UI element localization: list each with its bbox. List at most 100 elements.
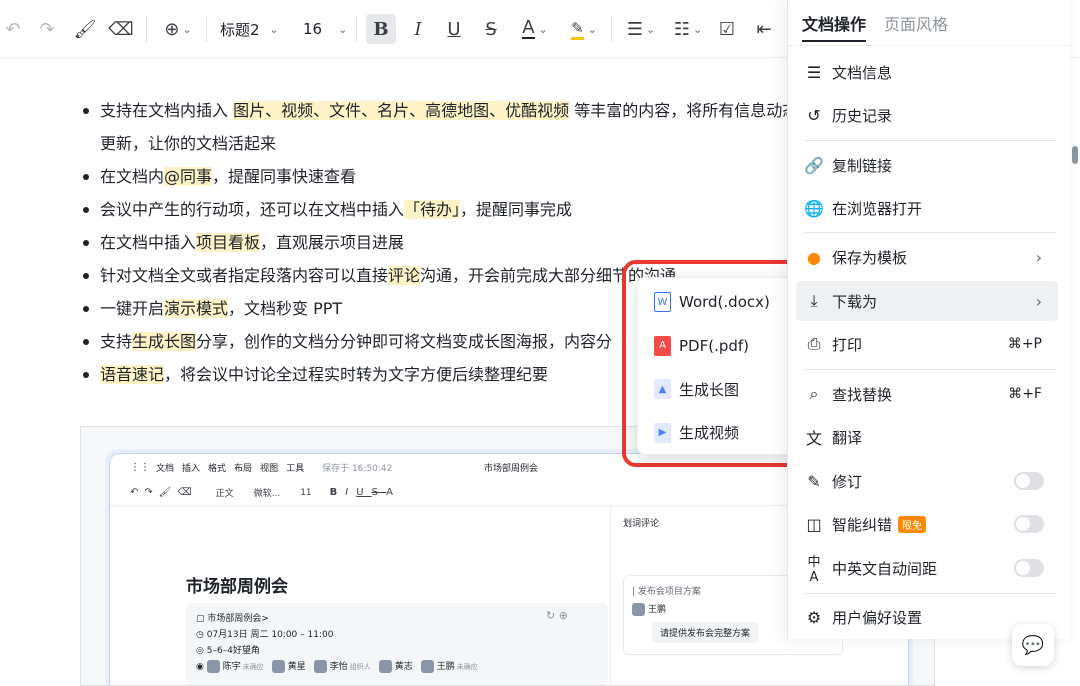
highlighted-text: 语音速记 xyxy=(100,365,165,384)
saved-status: 保存于 16:50:42 xyxy=(322,463,393,474)
embedded-menu-item: 格式 xyxy=(208,463,227,474)
auto-spacing-toggle[interactable] xyxy=(1014,559,1044,577)
ordered-list-button[interactable]: ☷ ⌄ xyxy=(667,14,709,44)
attendee: 陈宇 未确应 xyxy=(206,660,264,673)
font-color-button[interactable]: A ⌄ xyxy=(514,14,556,44)
format-painter-icon[interactable]: 🖌 xyxy=(72,14,98,44)
toolbar-divider xyxy=(146,16,147,42)
font-size-value: 16 xyxy=(303,20,323,38)
menu-item-translate[interactable]: 文 翻译 xyxy=(796,417,1058,457)
embedded-font-select: 微软... xyxy=(253,489,281,499)
embedded-format-icons: BIUSA xyxy=(329,487,401,498)
bullet-text: ，直观展示项目进展 xyxy=(260,233,405,252)
insert-button[interactable]: ⊕ ⌄ xyxy=(158,14,198,44)
attendee: 黄星 xyxy=(271,660,306,673)
strikethrough-button[interactable]: S xyxy=(479,14,503,44)
smart-correction-toggle[interactable] xyxy=(1014,515,1044,533)
tab-document-actions[interactable]: 文档操作 xyxy=(802,11,867,42)
embedded-menu-item: 布局 xyxy=(234,463,253,474)
menu-item-history[interactable]: ↺ 历史记录 xyxy=(796,95,1058,135)
redo-icon[interactable]: ↷ xyxy=(36,14,58,44)
highlighted-text: 「待办」 xyxy=(404,200,461,219)
toolbar-divider xyxy=(356,16,357,42)
font-size-select[interactable]: 16 ⌄ xyxy=(303,14,347,44)
comment-text: 请提供发布会完整方案 xyxy=(652,622,759,643)
history-icon: ↺ xyxy=(807,105,821,125)
comment-panel-title: 划词评论 xyxy=(623,519,660,529)
menu-item-find-replace[interactable]: ⌕ 查找替换 ⌘+F xyxy=(796,374,1058,414)
menu-item-open-in-browser[interactable]: 🌐 在浏览器打开 xyxy=(796,188,1058,228)
avatar xyxy=(420,660,434,673)
avatar xyxy=(206,660,220,673)
avatar xyxy=(313,660,327,673)
menu-item-label: 文档信息 xyxy=(832,63,893,82)
meeting-card: ▢ 市场部周例会> ◷ 07月13日 周二 10:00 – 11:00 ◎ 5–… xyxy=(186,603,608,685)
undo-icon[interactable]: ↶ xyxy=(2,14,24,44)
attendee-status: 未确应 xyxy=(456,663,478,671)
highlighted-text: 生成长图 xyxy=(132,332,197,351)
bullet-text: ，文档秒变 PPT xyxy=(228,299,343,318)
image-icon: ▲ xyxy=(654,379,671,399)
menu-item-label: 保存为模板 xyxy=(832,248,908,267)
meeting-name: ▢ 市场部周例会> xyxy=(196,614,269,624)
printer-icon: ⎙ xyxy=(807,334,821,353)
embedded-style-select: 正文 xyxy=(215,489,234,499)
menu-item-save-as-template[interactable]: ● 保存为模板 › xyxy=(796,237,1058,277)
checkbox-icon[interactable]: ☑ xyxy=(715,14,739,44)
avatar xyxy=(271,660,285,673)
bullet-text: 在文档内 xyxy=(100,167,165,186)
menu-item-copy-link[interactable]: 🔗 复制链接 xyxy=(796,145,1058,185)
revision-toggle[interactable] xyxy=(1014,472,1044,490)
highlight-button[interactable]: ✎ ⌄ xyxy=(563,14,605,44)
download-option-pdf[interactable]: A PDF(.pdf) xyxy=(638,326,810,366)
download-option-word[interactable]: W Word(.docx) xyxy=(638,282,810,322)
bullet-item: 支持在文档内插入 图片、视频、文件、名片、高德地图、优酷视频 等丰富的内容，将所… xyxy=(80,94,800,160)
menu-item-print[interactable]: ⎙ 打印 ⌘+P xyxy=(796,324,1058,364)
avatar xyxy=(632,603,645,616)
highlighted-text: @同事 xyxy=(164,167,213,186)
tab-page-style[interactable]: 页面风格 xyxy=(884,11,948,35)
meeting-place: ◎ 5–6–4好望角 xyxy=(196,646,260,656)
menu-item-smart-correction[interactable]: ◫ 智能纠错 限免 xyxy=(796,504,1058,544)
eraser-icon[interactable]: ⌫ xyxy=(108,14,134,44)
menu-item-download-as[interactable]: ⤓ 下载为 › xyxy=(796,281,1058,321)
attendee: 李怡 组织人 xyxy=(313,660,371,673)
refresh-icon: ↻ ⊕ xyxy=(546,609,568,622)
chevron-down-icon: ⌄ xyxy=(645,22,656,36)
download-option-image[interactable]: ▲ 生成长图 xyxy=(638,369,810,409)
people-icon: ◉ xyxy=(196,662,207,672)
embedded-menu-item: 文档 xyxy=(156,463,175,474)
menu-item-label: 智能纠错 xyxy=(832,515,893,534)
download-option-label: PDF(.pdf) xyxy=(679,336,750,355)
embedded-menu-list: 文档 插入 格式 布局 视图 工具 xyxy=(156,461,312,474)
menu-item-document-info[interactable]: ☰ 文档信息 xyxy=(796,52,1058,92)
document-actions-panel: 文档操作 页面风格 ☰ 文档信息 ↺ 历史记录 🔗 复制链接 🌐 在浏览器打开 … xyxy=(787,0,1071,639)
download-option-video[interactable]: ▶ 生成视频 xyxy=(638,413,810,453)
chevron-right-icon: › xyxy=(1035,247,1042,267)
menu-item-auto-spacing[interactable]: 中A 中英文自动间距 xyxy=(796,548,1058,588)
embedded-size-select: 11 xyxy=(300,487,312,498)
bullet-list-button[interactable]: ☰ ⌄ xyxy=(620,14,662,44)
menu-item-revision[interactable]: ✎ 修订 xyxy=(796,461,1058,501)
document-info-icon: ☰ xyxy=(806,62,822,82)
menu-item-label: 中英文自动间距 xyxy=(832,559,938,578)
scrollbar-thumb[interactable] xyxy=(1072,146,1078,164)
attendee: 黄志 xyxy=(378,660,413,673)
bullet-text: 针对文档全文或者指定段落内容可以直接 xyxy=(100,266,389,285)
insert-icon: ⊕ xyxy=(164,18,180,40)
apps-grid-icon: ⋮⋮ xyxy=(130,461,150,473)
underline-button[interactable]: U xyxy=(442,14,466,44)
panel-divider xyxy=(804,232,1057,233)
panel-divider xyxy=(804,140,1057,141)
video-icon: ▶ xyxy=(654,422,671,443)
highlighted-text: 演示模式 xyxy=(164,299,229,318)
highlighted-text: 评论 xyxy=(388,266,421,285)
indent-icon[interactable]: ⇤ xyxy=(752,14,776,44)
chat-button[interactable]: 💬 xyxy=(1012,624,1054,666)
heading-value: 标题2 xyxy=(220,20,260,39)
italic-button[interactable]: I xyxy=(406,14,430,44)
heading-select[interactable]: 标题2 ⌄ xyxy=(220,14,279,44)
bold-button[interactable]: B xyxy=(366,14,396,44)
chat-bubble-icon: 💬 xyxy=(1021,634,1045,656)
meeting-time: ◷ 07月13日 周二 10:00 – 11:00 xyxy=(196,630,334,640)
